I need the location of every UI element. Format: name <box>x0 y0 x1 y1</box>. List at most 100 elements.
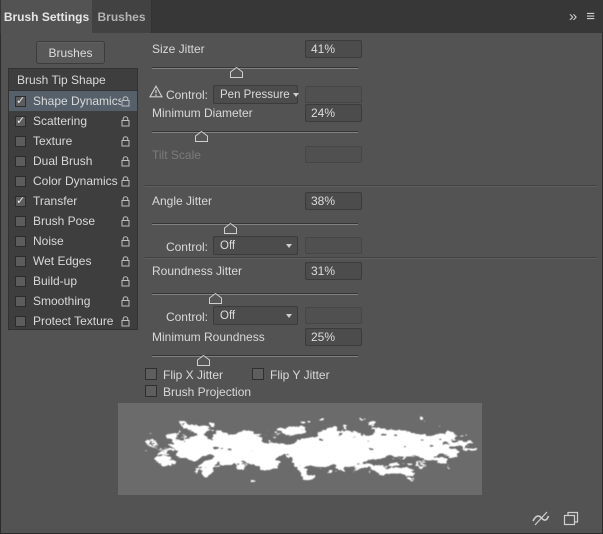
slider-track <box>152 67 358 68</box>
slider-track <box>152 355 358 356</box>
brush-option-row[interactable]: Color Dynamics <box>9 171 137 191</box>
lock-icon[interactable] <box>121 275 130 287</box>
brushes-button[interactable]: Brushes <box>36 41 105 64</box>
brush-option-row[interactable]: Dual Brush <box>9 151 137 171</box>
lock-icon[interactable] <box>121 315 130 327</box>
slider-thumb[interactable] <box>195 129 208 142</box>
size-jitter-label: Size Jitter <box>152 42 205 56</box>
tab-label: Brush Settings <box>3 9 90 24</box>
dropdown-value: Pen Pressure <box>220 88 290 101</box>
angle-control-label: Control: <box>165 240 208 254</box>
flip-y-jitter-label: Flip Y Jitter <box>270 368 330 382</box>
slider-thumb[interactable] <box>230 65 243 78</box>
brush-option-row[interactable]: Texture <box>9 131 137 151</box>
minimum-diameter-slider[interactable] <box>152 126 358 142</box>
minimum-diameter-value[interactable]: 24% <box>305 104 362 122</box>
brush-option-row[interactable]: Transfer <box>9 191 137 211</box>
option-label: Smoothing <box>33 294 91 308</box>
option-checkbox[interactable] <box>15 135 26 147</box>
option-checkbox[interactable] <box>15 295 26 307</box>
angle-jitter-label: Angle Jitter <box>152 194 213 208</box>
option-checkbox[interactable] <box>15 315 26 327</box>
minimum-diameter-label: Minimum Diameter <box>152 106 253 120</box>
option-checkbox[interactable] <box>15 175 26 187</box>
roundness-jitter-slider[interactable] <box>152 288 358 304</box>
option-checkbox[interactable] <box>15 155 26 167</box>
tilt-scale-label: Tilt Scale <box>152 148 201 162</box>
slider-thumb[interactable] <box>209 291 222 304</box>
option-checkbox[interactable] <box>15 194 26 207</box>
brush-tip-shape-item[interactable]: Brush Tip Shape <box>9 69 137 91</box>
option-checkbox[interactable] <box>15 235 26 247</box>
flip-x-jitter-label: Flip X Jitter <box>163 368 224 382</box>
roundness-jitter-label: Roundness Jitter <box>152 264 243 278</box>
brush-option-row[interactable]: Smoothing <box>9 291 137 311</box>
option-label: Shape Dynamics <box>33 94 121 108</box>
option-label: Wet Edges <box>33 254 92 268</box>
size-jitter-slider[interactable] <box>152 62 358 78</box>
brush-projection-checkbox[interactable] <box>145 385 157 397</box>
minimum-roundness-value[interactable]: 25% <box>305 328 362 346</box>
chevron-down-icon <box>286 243 292 248</box>
angle-control-dropdown[interactable]: Off <box>213 236 298 255</box>
brush-settings-panel: Brush Settings Brushes » ≡ Brushes Brush… <box>0 0 603 534</box>
flip-y-jitter-checkbox[interactable] <box>252 368 264 380</box>
slider-track <box>152 131 358 132</box>
option-checkbox[interactable] <box>15 275 26 287</box>
size-control-disabled-field <box>305 86 362 103</box>
brush-option-row[interactable]: Brush Pose <box>9 211 137 231</box>
lock-icon[interactable] <box>121 215 130 227</box>
option-label: Build-up <box>33 274 78 288</box>
lock-icon[interactable] <box>121 115 130 127</box>
dropdown-value: Off <box>220 239 236 252</box>
lock-icon[interactable] <box>121 135 130 147</box>
roundness-control-disabled-field <box>305 307 362 324</box>
slider-track <box>152 293 358 294</box>
option-label: Texture <box>33 134 73 148</box>
brush-option-row[interactable]: Build-up <box>9 271 137 291</box>
lock-icon[interactable] <box>121 155 130 167</box>
option-label: Scattering <box>33 114 88 128</box>
lock-icon[interactable] <box>121 95 130 107</box>
brush-option-row[interactable]: Shape Dynamics <box>9 91 137 111</box>
slider-thumb[interactable] <box>224 221 237 234</box>
option-checkbox[interactable] <box>15 215 26 227</box>
tab-bar: Brush Settings Brushes » ≡ <box>0 0 603 33</box>
collapse-panel-icon[interactable]: » <box>569 9 577 24</box>
panel-menu-icon[interactable]: ≡ <box>586 9 595 24</box>
flip-x-jitter-checkbox[interactable] <box>145 368 157 380</box>
tab-label: Brushes <box>97 9 146 24</box>
option-checkbox[interactable] <box>15 94 26 107</box>
option-label: Transfer <box>33 194 78 208</box>
slider-thumb[interactable] <box>197 353 210 366</box>
lock-icon[interactable] <box>121 175 130 187</box>
option-checkbox[interactable] <box>15 255 26 267</box>
lock-icon[interactable] <box>121 295 130 307</box>
lock-icon[interactable] <box>121 195 130 207</box>
angle-jitter-slider[interactable] <box>152 218 358 234</box>
lock-icon[interactable] <box>121 235 130 247</box>
roundness-jitter-value[interactable]: 31% <box>305 262 362 280</box>
roundness-control-dropdown[interactable]: Off <box>213 306 298 325</box>
brush-option-row[interactable]: Protect Texture <box>9 311 137 331</box>
brush-option-row[interactable]: Scattering <box>9 111 137 131</box>
angle-jitter-value[interactable]: 38% <box>305 192 362 210</box>
option-checkbox[interactable] <box>15 114 26 127</box>
create-new-brush-icon[interactable] <box>563 511 579 526</box>
section-divider <box>145 185 597 186</box>
tab-brushes[interactable]: Brushes <box>92 0 152 33</box>
option-label: Color Dynamics <box>33 174 118 188</box>
live-tip-brush-preview-icon[interactable] <box>530 511 551 526</box>
minimum-roundness-slider[interactable] <box>152 350 358 366</box>
brush-stroke-preview <box>118 403 482 495</box>
chevron-down-icon <box>286 313 292 318</box>
size-control-label: Control: <box>165 88 208 102</box>
brush-option-row[interactable]: Noise <box>9 231 137 251</box>
tilt-scale-disabled-field <box>305 146 362 163</box>
brush-option-row[interactable]: Wet Edges <box>9 251 137 271</box>
tab-brush-settings[interactable]: Brush Settings <box>1 0 92 33</box>
lock-icon[interactable] <box>121 255 130 267</box>
size-jitter-value[interactable]: 41% <box>305 40 362 58</box>
size-control-dropdown[interactable]: Pen Pressure <box>213 85 299 104</box>
brush-projection-label: Brush Projection <box>163 385 252 399</box>
